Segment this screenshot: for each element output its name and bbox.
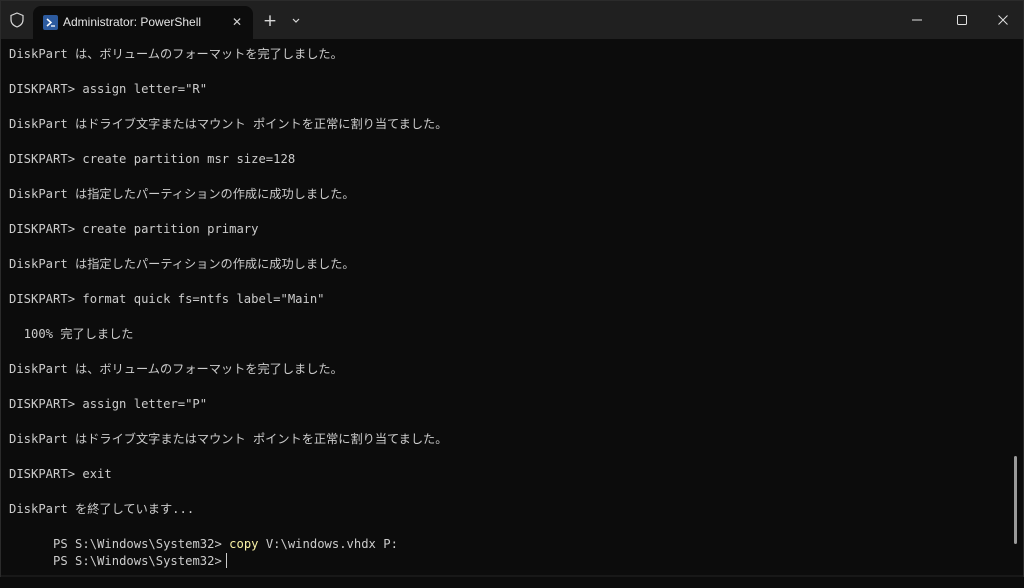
maximize-button[interactable] [939,1,985,39]
terminal-line: DiskPart はドライブ文字またはマウント ポイントを正常に割り当てました。 [9,117,448,131]
maximize-icon [957,15,967,25]
powershell-icon [43,15,58,30]
chevron-down-icon[interactable] [288,13,304,29]
new-tab-button[interactable]: + [260,11,280,31]
current-prompt: PS S:\Windows\System32> [53,553,222,568]
terminal-line-current-prompt[interactable]: PS S:\Windows\System32> [9,535,227,568]
terminal-line-copy-command: PS S:\Windows\System32> copy V:\windows.… [9,518,398,551]
text-cursor [225,552,227,568]
minimize-icon [912,19,922,21]
terminal-output[interactable]: DiskPart は、ボリュームのフォーマットを完了しました。 DISKPART… [9,46,1009,568]
powershell-window: Administrator: PowerShell ✕ + DiskPart は… [0,0,1024,577]
terminal-line: DiskPart は指定したパーティションの作成に成功しました。 [9,257,355,271]
terminal-line: DISKPART> format quick fs=ntfs label="Ma… [9,292,325,306]
title-bar: Administrator: PowerShell ✕ + [1,1,1023,39]
shield-icon [10,12,24,28]
terminal-line: DISKPART> create partition msr size=128 [9,152,296,166]
command-copy: copy [229,536,259,551]
close-tab-button[interactable]: ✕ [230,15,244,29]
close-window-button[interactable] [980,1,1024,39]
scrollbar-thumb[interactable] [1014,456,1017,544]
terminal-line: DISKPART> create partition primary [9,222,259,236]
terminal-line: DiskPart は指定したパーティションの作成に成功しました。 [9,187,355,201]
close-icon [998,15,1008,25]
terminal-line: DISKPART> exit [9,467,112,481]
terminal-line: DiskPart はドライブ文字またはマウント ポイントを正常に割り当てました。 [9,432,448,446]
tab-administrator-powershell[interactable]: Administrator: PowerShell ✕ [33,6,253,39]
terminal-line: DiskPart は、ボリュームのフォーマットを完了しました。 [9,362,343,376]
terminal-line: DISKPART> assign letter="P" [9,397,208,411]
terminal-line: DISKPART> assign letter="R" [9,82,208,96]
minimize-button[interactable] [894,1,940,39]
tab-title: Administrator: PowerShell [63,15,202,29]
terminal-line: DiskPart は、ボリュームのフォーマットを完了しました。 [9,47,343,61]
terminal-line: 100% 完了しました [9,327,134,341]
terminal-line: DiskPart を終了しています... [9,502,195,516]
command-args: V:\windows.vhdx P: [258,536,398,551]
